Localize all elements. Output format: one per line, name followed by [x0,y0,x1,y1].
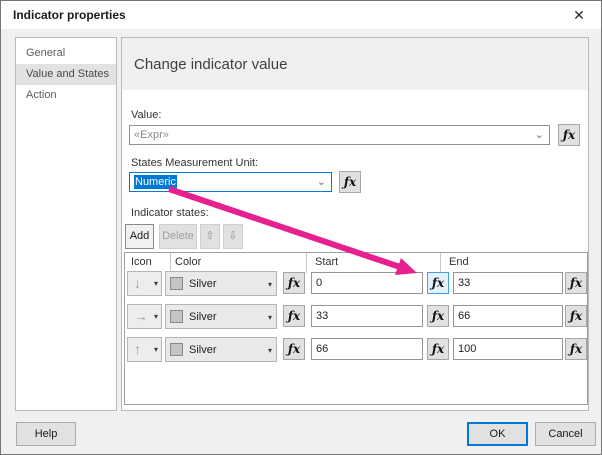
fx-icon: ƒx [431,309,445,323]
color-name: Silver [189,278,217,290]
close-icon[interactable]: ✕ [563,3,595,27]
chevron-down-icon: ⌄ [534,129,544,141]
sidebar-item-action[interactable]: Action [16,85,116,106]
start-fx-button-highlighted[interactable]: ƒx [427,272,449,294]
sidebar: General Value and States Action [15,37,117,411]
end-fx-button[interactable]: ƒx [565,272,587,294]
start-input[interactable] [311,338,423,360]
color-name: Silver [189,311,217,323]
fx-icon: ƒx [431,276,445,290]
dialog-title: Indicator properties [13,8,126,22]
table-row: → ▾ Silver ▾ ƒx ƒx ƒx [125,304,587,329]
up-arrow-icon: ⇧ [205,230,215,242]
start-input[interactable] [311,305,423,327]
unit-combobox[interactable]: Numeric ⌄ [129,172,332,192]
color-swatch [170,310,183,323]
end-fx-button[interactable]: ƒx [565,338,587,360]
indicator-states-table: Icon Color Start End ↓ ▾ Silver ▾ ƒx 0 ƒ… [124,252,588,405]
down-arrow-icon: ⇩ [228,230,238,242]
main-panel: Change indicator value Value: «Expr» ⌄ ƒ… [121,37,589,411]
fx-icon: ƒx [562,128,576,142]
column-header-start: Start [315,256,339,268]
fx-icon: ƒx [287,342,301,356]
end-input[interactable] [453,272,563,294]
caret-down-icon: ▾ [267,280,272,289]
unit-fx-button[interactable]: ƒx [339,171,361,193]
caret-down-icon: ▾ [153,345,158,354]
color-swatch [170,277,183,290]
caret-down-icon: ▾ [153,279,158,288]
color-dropdown[interactable]: Silver ▾ [165,337,277,362]
end-input[interactable] [453,338,563,360]
state-right-arrow-icon: → [134,308,148,324]
unit-label: States Measurement Unit: [131,157,259,169]
color-dropdown[interactable]: Silver ▾ [165,304,277,329]
sidebar-item-value-and-states[interactable]: Value and States [16,64,116,85]
color-fx-button[interactable]: ƒx [283,272,305,294]
color-fx-button[interactable]: ƒx [283,338,305,360]
cancel-button[interactable]: Cancel [535,422,596,446]
fx-icon: ƒx [569,309,583,323]
fx-icon: ƒx [287,309,301,323]
column-divider [440,253,441,273]
value-combobox-text: «Expr» [134,129,169,141]
column-header-color: Color [175,256,202,268]
indicator-states-label: Indicator states: [131,207,209,219]
fx-icon: ƒx [569,276,583,290]
unit-combobox-text: Numeric [134,175,177,189]
value-fx-button[interactable]: ƒx [558,124,580,146]
titlebar: Indicator properties ✕ [1,1,601,29]
color-fx-button[interactable]: ƒx [283,305,305,327]
start-fx-button[interactable]: ƒx [427,305,449,327]
state-down-arrow-icon: ↓ [134,275,141,291]
column-divider [306,253,307,273]
table-row: ↑ ▾ Silver ▾ ƒx ƒx ƒx [125,337,587,362]
sidebar-item-general[interactable]: General [16,43,116,64]
end-input[interactable] [453,305,563,327]
move-up-button[interactable]: ⇧ [200,224,220,249]
end-fx-button[interactable]: ƒx [565,305,587,327]
value-label: Value: [131,109,162,121]
start-input[interactable] [311,272,423,294]
color-dropdown[interactable]: Silver ▾ [165,271,277,296]
chevron-down-icon: ⌄ [316,176,326,188]
table-row: ↓ ▾ Silver ▾ ƒx ƒx ƒx [125,271,587,296]
start-fx-button[interactable]: ƒx [427,338,449,360]
color-name: Silver [189,344,217,356]
column-divider [170,253,171,273]
caret-down-icon: ▾ [267,313,272,322]
fx-icon: ƒx [569,342,583,356]
fx-icon: ƒx [431,342,445,356]
icon-dropdown[interactable]: ↓ ▾ [127,271,162,296]
heading-band: Change indicator value [122,38,588,90]
indicator-properties-dialog: Indicator properties ✕ General Value and… [0,0,602,455]
caret-down-icon: ▾ [267,346,272,355]
color-swatch [170,343,183,356]
value-combobox[interactable]: «Expr» ⌄ [129,125,550,145]
fx-icon: ƒx [287,276,301,290]
fx-icon: ƒx [343,175,357,189]
column-header-end: End [449,256,469,268]
move-down-button[interactable]: ⇩ [223,224,243,249]
caret-down-icon: ▾ [153,312,158,321]
column-header-icon: Icon [131,256,152,268]
icon-dropdown[interactable]: → ▾ [127,304,162,329]
state-up-arrow-icon: ↑ [134,341,141,357]
icon-dropdown[interactable]: ↑ ▾ [127,337,162,362]
help-button[interactable]: Help [16,422,76,446]
page-title: Change indicator value [134,56,288,73]
ok-button[interactable]: OK [467,422,528,446]
add-button[interactable]: Add [125,224,154,249]
delete-button[interactable]: Delete [159,224,197,249]
